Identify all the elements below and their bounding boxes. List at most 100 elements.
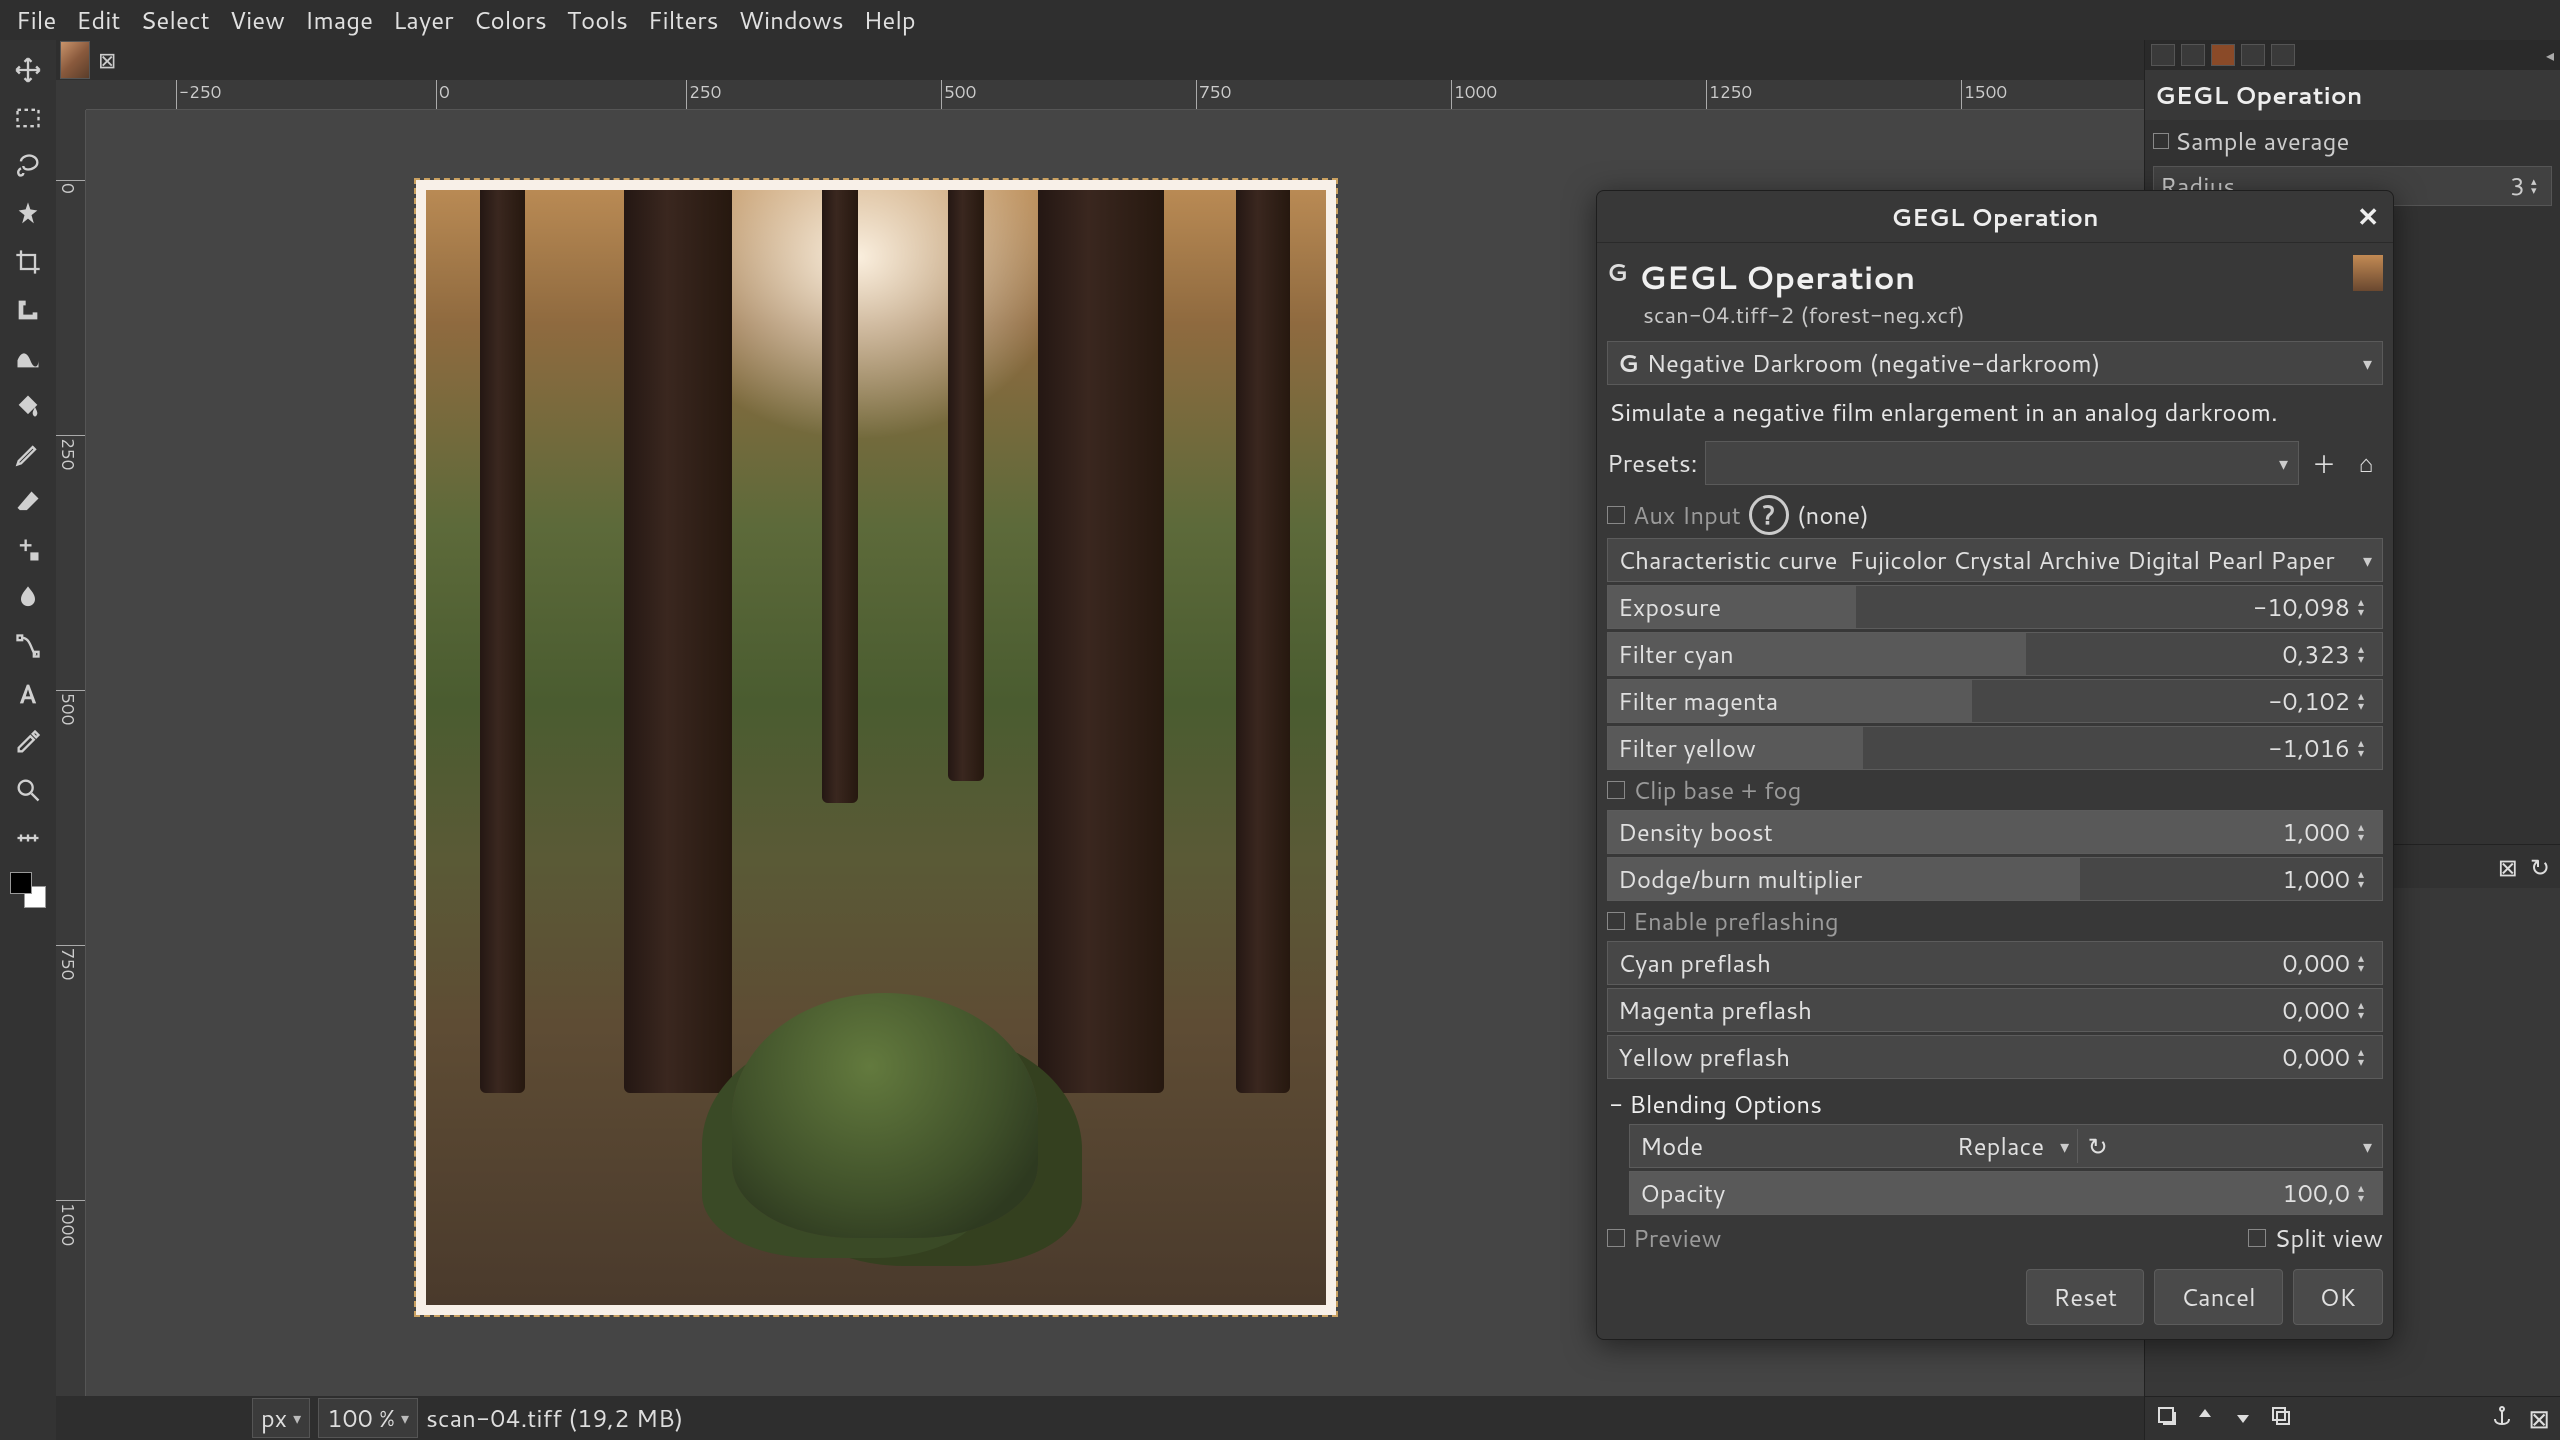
- text-tool-icon[interactable]: [8, 674, 48, 714]
- clip-base-fog-label: Clip base + fog: [1633, 773, 1801, 807]
- blending-options-header[interactable]: - Blending Options: [1609, 1087, 2383, 1121]
- filter-yellow-slider[interactable]: Filter yellow -1,016 ▴▾: [1607, 726, 2383, 770]
- dock-tab[interactable]: [2271, 44, 2295, 66]
- presets-select[interactable]: ▾: [1705, 441, 2299, 485]
- ruler-tick: 250: [686, 80, 721, 109]
- menu-image[interactable]: Image: [295, 0, 383, 41]
- zoom-dropdown[interactable]: 100 %▾: [318, 1398, 418, 1438]
- anchor-layer-icon[interactable]: [2490, 1402, 2514, 1436]
- smudge-tool-icon[interactable]: [8, 578, 48, 618]
- cyan-preflash-slider[interactable]: Cyan preflash 0,000 ▴▾: [1607, 941, 2383, 985]
- reset-button[interactable]: Reset: [2026, 1269, 2144, 1325]
- aux-input-help-icon[interactable]: ?: [1749, 495, 1789, 535]
- duplicate-layer-icon[interactable]: [2269, 1402, 2293, 1436]
- menu-tools[interactable]: Tools: [557, 0, 638, 41]
- dock-tab[interactable]: [2181, 44, 2205, 66]
- characteristic-curve-select[interactable]: Characteristic curve Fujicolor Crystal A…: [1607, 538, 2383, 582]
- color-picker-tool-icon[interactable]: [8, 722, 48, 762]
- unit-dropdown[interactable]: px▾: [252, 1398, 310, 1438]
- split-view-checkbox[interactable]: [2248, 1229, 2266, 1247]
- vertical-ruler[interactable]: 0 250 500 750 1000: [56, 110, 86, 1396]
- move-tool-icon[interactable]: [8, 50, 48, 90]
- eraser-tool-icon[interactable]: [8, 482, 48, 522]
- menu-help[interactable]: Help: [854, 0, 926, 41]
- refresh-icon[interactable]: ↻: [2530, 850, 2550, 884]
- magenta-preflash-slider[interactable]: Magenta preflash 0,000 ▴▾: [1607, 988, 2383, 1032]
- ruler-tick: 1000: [56, 1200, 85, 1246]
- preview-checkbox[interactable]: [1607, 1229, 1625, 1247]
- opacity-slider[interactable]: Opacity 100,0 ▴▾: [1629, 1171, 2383, 1215]
- crop-tool-icon[interactable]: [8, 242, 48, 282]
- dock-tab[interactable]: [2151, 44, 2175, 66]
- cancel-button[interactable]: Cancel: [2154, 1269, 2283, 1325]
- new-layer-icon[interactable]: [2155, 1402, 2179, 1436]
- image-content: [426, 190, 1326, 1305]
- preset-save-icon[interactable]: ⌂: [2349, 446, 2383, 480]
- preset-add-icon[interactable]: ＋: [2307, 446, 2341, 480]
- dialog-close-icon[interactable]: ✕: [2357, 199, 2379, 235]
- rect-select-tool-icon[interactable]: [8, 98, 48, 138]
- split-view-label: Split view: [2274, 1221, 2383, 1255]
- bucket-tool-icon[interactable]: [8, 386, 48, 426]
- dock-tab-active[interactable]: [2211, 44, 2235, 66]
- fuzzy-select-tool-icon[interactable]: [8, 194, 48, 234]
- dock-tab[interactable]: [2241, 44, 2265, 66]
- zoom-tool-icon[interactable]: [8, 770, 48, 810]
- pencil-tool-icon[interactable]: [8, 434, 48, 474]
- path-tool-icon[interactable]: [8, 626, 48, 666]
- menu-colors[interactable]: Colors: [464, 0, 557, 41]
- ruler-tick: 1000: [1451, 80, 1497, 109]
- menu-windows[interactable]: Windows: [729, 0, 854, 41]
- exposure-slider[interactable]: Exposure -10,098 ▴▾: [1607, 585, 2383, 629]
- aux-input-checkbox[interactable]: [1607, 506, 1625, 524]
- ruler-tick: 0: [436, 80, 450, 109]
- gegl-logo-icon: G: [1607, 255, 1629, 277]
- dialog-heading: GEGL Operation: [1639, 255, 1965, 300]
- measure-tool-icon[interactable]: [8, 818, 48, 858]
- clip-base-fog-checkbox[interactable]: [1607, 781, 1625, 799]
- lasso-tool-icon[interactable]: [8, 146, 48, 186]
- status-file-info: scan-04.tiff (19,2 MB): [426, 1401, 683, 1435]
- lower-layer-icon[interactable]: [2231, 1402, 2255, 1436]
- enable-preflashing-checkbox[interactable]: [1607, 912, 1625, 930]
- document-tab-thumbnail[interactable]: [60, 41, 90, 79]
- document-tab-bar: ⊠: [56, 40, 2144, 80]
- toolbox: [0, 40, 56, 1440]
- raise-layer-icon[interactable]: [2193, 1402, 2217, 1436]
- menu-view[interactable]: View: [220, 0, 295, 41]
- menu-filters[interactable]: Filters: [638, 0, 729, 41]
- enable-preflashing-label: Enable preflashing: [1633, 904, 1839, 938]
- ruler-tick: 250: [56, 435, 85, 470]
- ok-button[interactable]: OK: [2293, 1269, 2383, 1325]
- transform-tool-icon[interactable]: [8, 290, 48, 330]
- density-boost-slider[interactable]: Density boost 1,000 ▴▾: [1607, 810, 2383, 854]
- blend-mode-select[interactable]: Mode Replace ▾ ↻ ▾: [1629, 1124, 2383, 1168]
- dialog-subheading: scan-04.tiff-2 (forest-neg.xcf): [1639, 300, 1965, 331]
- ruler-tick: 500: [56, 690, 85, 725]
- horizontal-ruler[interactable]: -250 0 250 500 750 1000 1250 1500: [86, 80, 2144, 110]
- ruler-tick: 0: [56, 180, 85, 194]
- aux-input-value: (none): [1797, 498, 1869, 532]
- warp-tool-icon[interactable]: [8, 338, 48, 378]
- menu-layer[interactable]: Layer: [383, 0, 464, 41]
- fg-bg-color[interactable]: [10, 872, 46, 908]
- yellow-preflash-slider[interactable]: Yellow preflash 0,000 ▴▾: [1607, 1035, 2383, 1079]
- clone-tool-icon[interactable]: [8, 530, 48, 570]
- dialog-titlebar[interactable]: GEGL Operation ✕: [1597, 191, 2393, 243]
- sample-average-checkbox[interactable]: [2153, 133, 2169, 149]
- delete-layer-icon[interactable]: ⊠: [2528, 1401, 2550, 1437]
- close-panel-icon[interactable]: ⊠: [2498, 850, 2518, 884]
- ruler-tick: 750: [56, 945, 85, 980]
- dock-menu-icon[interactable]: ◂: [2546, 44, 2554, 67]
- menu-edit[interactable]: Edit: [66, 0, 130, 41]
- menu-file[interactable]: File: [6, 0, 66, 41]
- close-tab-icon[interactable]: ⊠: [98, 45, 116, 76]
- dodge-burn-slider[interactable]: Dodge/burn multiplier 1,000 ▴▾: [1607, 857, 2383, 901]
- operation-select[interactable]: G Negative Darkroom (negative-darkroom) …: [1607, 341, 2383, 385]
- aux-input-label: Aux Input: [1633, 498, 1741, 532]
- menu-select[interactable]: Select: [130, 0, 219, 41]
- image-frame: [416, 180, 1336, 1315]
- filter-magenta-slider[interactable]: Filter magenta -0,102 ▴▾: [1607, 679, 2383, 723]
- preview-label: Preview: [1633, 1221, 1721, 1255]
- filter-cyan-slider[interactable]: Filter cyan 0,323 ▴▾: [1607, 632, 2383, 676]
